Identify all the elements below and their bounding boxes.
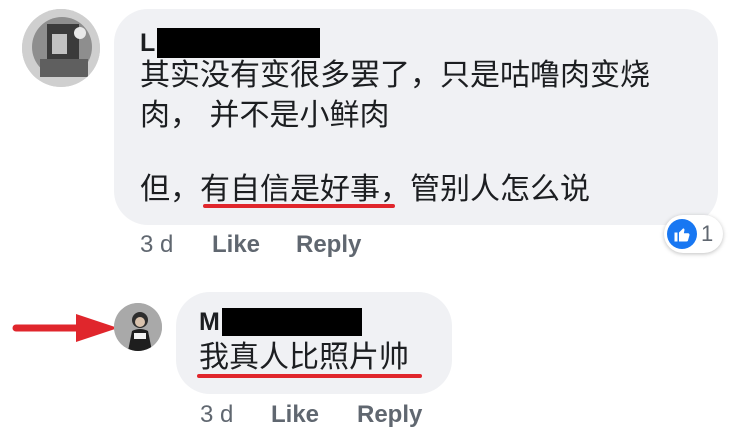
comment-timestamp[interactable]: 3 d [140, 231, 173, 259]
replier-avatar[interactable] [114, 303, 162, 351]
reply-timestamp[interactable]: 3 d [200, 401, 233, 429]
reply-link[interactable]: Reply [296, 231, 361, 259]
annotation-underline [197, 374, 422, 378]
author-initial[interactable]: M [199, 308, 220, 337]
thumbs-up-icon [667, 219, 697, 249]
comment-text-line-2: 肉， 并不是小鲜肉 [140, 98, 390, 133]
reply-reply-link[interactable]: Reply [357, 401, 422, 429]
reply-author[interactable]: M [199, 308, 362, 336]
reaction-count: 1 [701, 221, 714, 246]
commenter-avatar[interactable] [22, 9, 100, 87]
annotation-arrow [12, 314, 118, 342]
reaction-badge[interactable]: 1 [664, 215, 724, 253]
annotation-underline [203, 204, 395, 208]
like-link[interactable]: Like [212, 231, 260, 259]
redaction-bar [221, 308, 362, 336]
reply-like-link[interactable]: Like [271, 401, 319, 429]
comment-text-line-1: 其实没有变很多罢了，只是咕噜肉变烧 [140, 58, 650, 93]
